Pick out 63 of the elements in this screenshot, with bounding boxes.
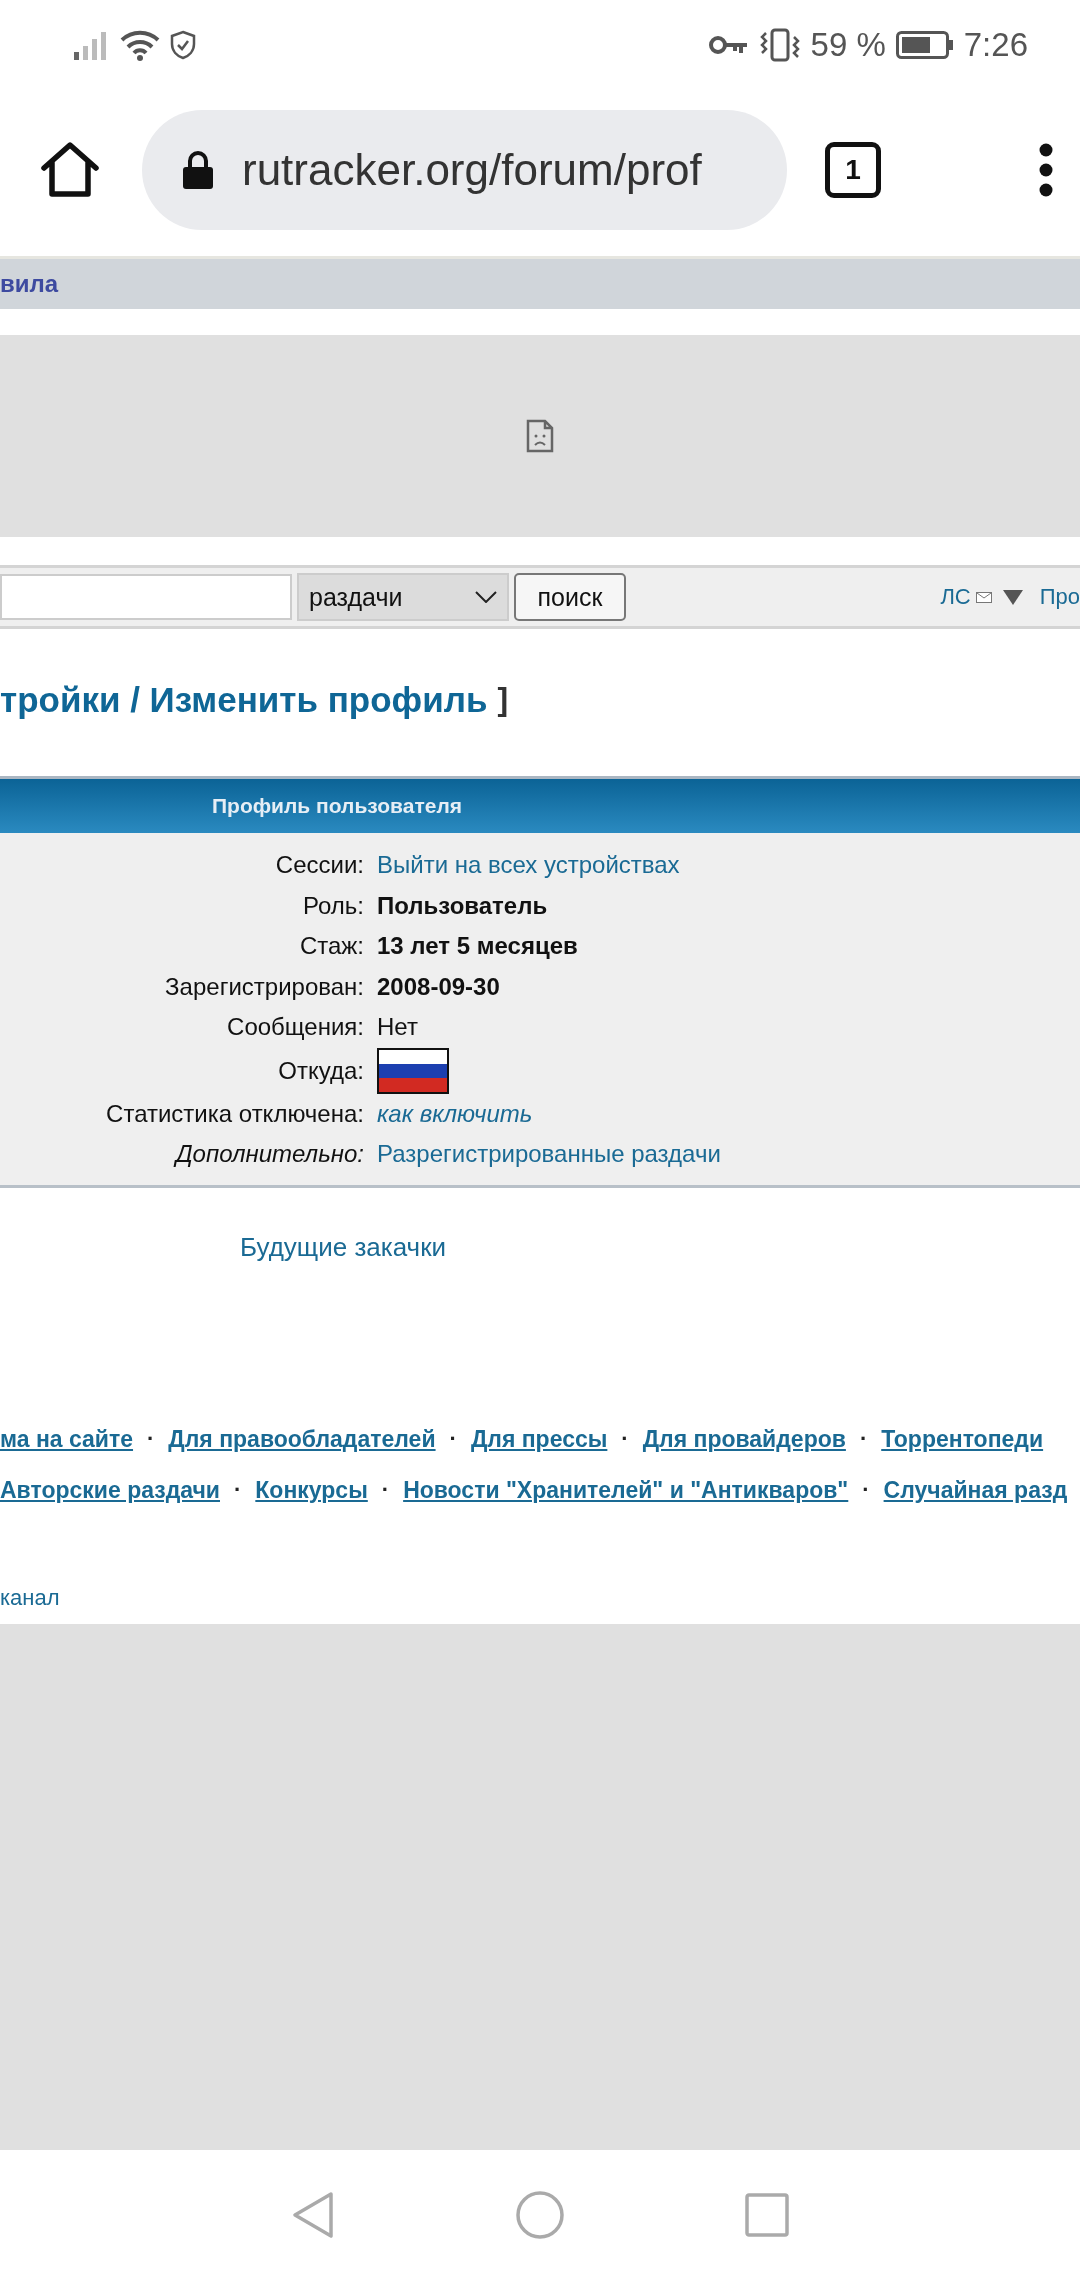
broken-image-icon (525, 419, 555, 453)
battery-percent: 59 % (810, 26, 886, 64)
profile-value: 2008-09-30 (377, 972, 500, 1001)
page-title-link[interactable]: тройки / Изменить профиль (0, 679, 488, 720)
envelope-icon (975, 591, 992, 603)
tab-count-button[interactable]: 1 (825, 142, 881, 198)
profile-link[interactable]: Про (1039, 584, 1080, 610)
flag-icon (377, 1047, 449, 1094)
field-label: Дополнительно: (175, 1140, 364, 1169)
field-label: Сессии: (275, 851, 364, 880)
footer-link[interactable]: Для правообладателей (168, 1425, 436, 1453)
field-label: Зарегистрирован: (165, 972, 364, 1001)
menu-icon[interactable] (1038, 143, 1054, 197)
footer-link[interactable]: Торрентопеди (881, 1425, 1044, 1453)
channel-link[interactable]: канал (0, 1584, 60, 1611)
profile-value: 13 лет 5 месяцев (377, 932, 578, 961)
footer-link[interactable]: Конкурсы (255, 1476, 368, 1504)
dropdown-triangle-icon[interactable] (1002, 589, 1023, 605)
home-circle-icon[interactable] (515, 2190, 565, 2240)
category-select[interactable]: раздачи (297, 573, 509, 621)
search-field[interactable] (0, 574, 292, 620)
clock: 7:26 (963, 26, 1028, 64)
nav-link[interactable]: вила (0, 270, 59, 298)
url-text: rutracker.org/forum/prof (242, 145, 702, 195)
separator-dot: · (147, 1426, 155, 1452)
footer-link[interactable]: Авторские раздачи (0, 1476, 220, 1504)
future-downloads-link[interactable]: Будущие закачки (240, 1232, 447, 1263)
field-label: Сообщения: (227, 1013, 364, 1042)
footer-link[interactable]: Новости "Хранителей" и "Антикваров" (403, 1476, 849, 1504)
back-icon[interactable] (291, 2191, 335, 2239)
separator-dot: · (381, 1477, 390, 1503)
separator-dot: · (449, 1426, 457, 1452)
footer-link[interactable]: Для прессы (470, 1425, 608, 1453)
title-bracket: ] (497, 681, 509, 718)
wifi-icon (120, 29, 160, 61)
key-icon (708, 34, 749, 56)
search-button[interactable]: поиск (514, 573, 626, 621)
footer-link[interactable]: Для провайдеров (642, 1425, 846, 1453)
separator-dot: · (859, 1426, 868, 1452)
field-label: Откуда: (278, 1056, 364, 1085)
profile-value: Пользователь (377, 891, 548, 920)
address-bar[interactable]: rutracker.org/forum/prof (142, 110, 787, 230)
separator-dot: · (862, 1477, 870, 1503)
shield-icon (170, 30, 196, 60)
footer-link[interactable]: ма на сайте (0, 1425, 134, 1453)
profile-link[interactable]: как включить (377, 1099, 533, 1128)
field-label: Стаж: (299, 932, 364, 961)
profile-link[interactable]: Выйти на всех устройствах (377, 851, 680, 880)
footer-link[interactable]: Случайная разд (883, 1476, 1068, 1504)
messages-link[interactable]: ЛС (940, 584, 971, 610)
chevron-icon (475, 591, 497, 603)
profile-link[interactable]: Разрегистрированные раздачи (377, 1140, 721, 1169)
separator-dot: · (234, 1477, 242, 1503)
field-label: Роль: (303, 891, 364, 920)
home-icon[interactable] (40, 142, 100, 198)
battery-icon (895, 31, 954, 59)
profile-value: Нет (377, 1013, 418, 1042)
separator-dot: · (621, 1426, 629, 1452)
table-title: Профиль пользователя (212, 794, 462, 818)
lock-icon (182, 150, 214, 190)
vibrate-icon (758, 28, 801, 62)
recents-icon[interactable] (745, 2193, 789, 2237)
field-label: Статистика отключена: (106, 1099, 364, 1128)
